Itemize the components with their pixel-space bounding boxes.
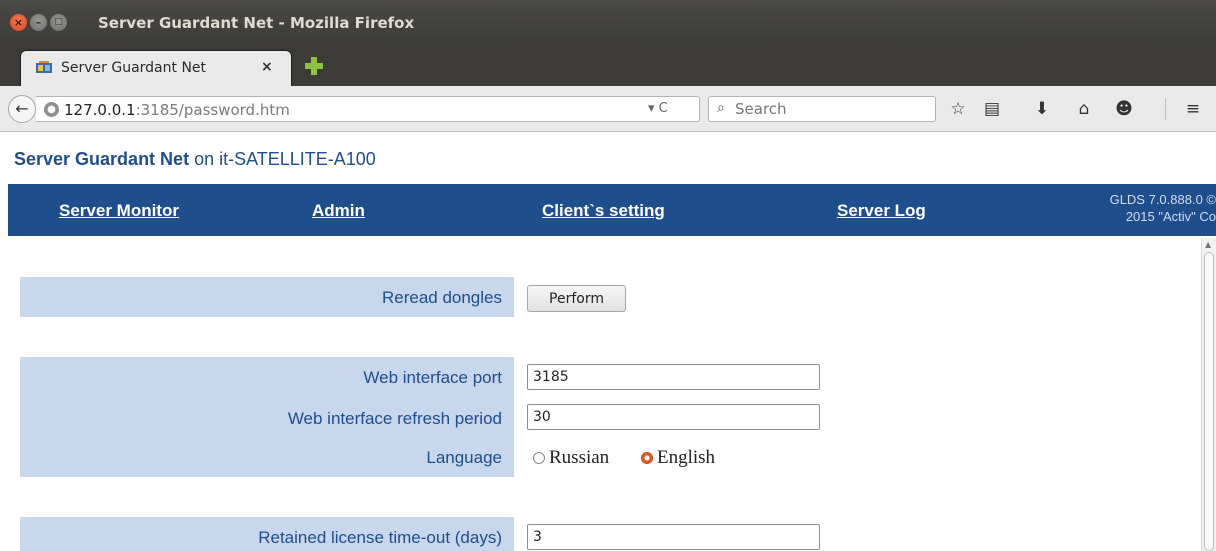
refresh-period-label: Web interface refresh period: [287, 409, 502, 428]
navigation-toolbar: ← ● 127.0.0.1:3185/password.htm ▾ C ⌕ ☆ …: [0, 86, 1216, 132]
search-bar[interactable]: ⌕: [708, 96, 936, 122]
reading-list-icon[interactable]: ▤: [982, 99, 1002, 119]
refresh-period-input[interactable]: [527, 404, 820, 430]
version-info: GLDS 7.0.888.0 © 2015 "Activ" Co: [1086, 191, 1216, 225]
tab-server-guardant-net[interactable]: Server Guardant Net ×: [20, 50, 292, 86]
home-icon[interactable]: ⌂: [1074, 99, 1094, 119]
tab-close-icon[interactable]: ×: [261, 59, 273, 75]
reread-dongles-label: Reread dongles: [381, 288, 502, 307]
url-path: :3185/password.htm: [135, 101, 290, 119]
chat-icon[interactable]: ☻: [1114, 99, 1134, 119]
english-radio-label[interactable]: English: [657, 447, 715, 469]
window-close-button[interactable]: ×: [10, 14, 27, 31]
url-text[interactable]: 127.0.0.1:3185/password.htm: [64, 101, 290, 119]
download-icon[interactable]: ⬇: [1032, 99, 1052, 119]
language-label: Language: [426, 448, 502, 467]
version-line-1: GLDS 7.0.888.0 ©: [1109, 192, 1216, 207]
search-input[interactable]: [735, 100, 925, 118]
site-favicon-icon: [36, 61, 52, 73]
version-line-2: 2015 "Activ" Co: [1125, 209, 1216, 224]
menu-admin[interactable]: Admin: [312, 201, 365, 221]
menu-icon[interactable]: ≡: [1183, 99, 1203, 119]
page-scrollbar[interactable]: ▲: [1201, 238, 1216, 551]
host-name: on it-SATELLITE-A100: [189, 149, 376, 169]
window-maximize-button[interactable]: □: [50, 14, 67, 31]
russian-radio-label[interactable]: Russian: [549, 447, 609, 469]
scroll-up-icon[interactable]: ▲: [1205, 240, 1211, 249]
app-name: Server Guardant Net: [14, 149, 190, 169]
web-port-input[interactable]: [527, 364, 820, 390]
back-arrow-icon[interactable]: ←: [8, 95, 36, 123]
menu-server-monitor[interactable]: Server Monitor: [59, 201, 179, 221]
bookmark-star-icon[interactable]: ☆: [948, 99, 968, 119]
menu-server-log[interactable]: Server Log: [837, 201, 926, 221]
window-minimize-button[interactable]: –: [30, 14, 47, 31]
english-radio[interactable]: [641, 452, 653, 464]
new-tab-plus-icon[interactable]: [305, 57, 323, 75]
scrollbar-thumb[interactable]: [1204, 252, 1214, 551]
url-dropdown-reload-icon[interactable]: ▾ C: [648, 101, 668, 116]
russian-radio[interactable]: [533, 452, 545, 464]
toolbar-separator: [1165, 98, 1166, 120]
url-host: 127.0.0.1: [64, 101, 136, 119]
tab-title: Server Guardant Net: [61, 60, 207, 76]
window-title: Server Guardant Net - Mozilla Firefox: [98, 14, 415, 32]
url-bar[interactable]: ● 127.0.0.1:3185/password.htm ▾ C: [36, 96, 700, 122]
tab-strip: Server Guardant Net ×: [0, 46, 1216, 86]
perform-button[interactable]: Perform: [527, 285, 626, 312]
page-title: Server Guardant Net on it-SATELLITE-A100: [14, 149, 376, 170]
retained-timeout-label: Retained license time-out (days): [258, 528, 502, 547]
web-port-label: Web interface port: [363, 368, 502, 387]
site-identity-globe-icon[interactable]: ●: [44, 102, 59, 117]
main-menu: Server Monitor Admin Client`s setting Se…: [8, 184, 1216, 236]
search-icon: ⌕: [717, 100, 725, 116]
menu-clients-setting[interactable]: Client`s setting: [542, 201, 665, 221]
window-titlebar: × – □ Server Guardant Net - Mozilla Fire…: [0, 0, 1216, 46]
retained-timeout-input[interactable]: [527, 524, 820, 550]
